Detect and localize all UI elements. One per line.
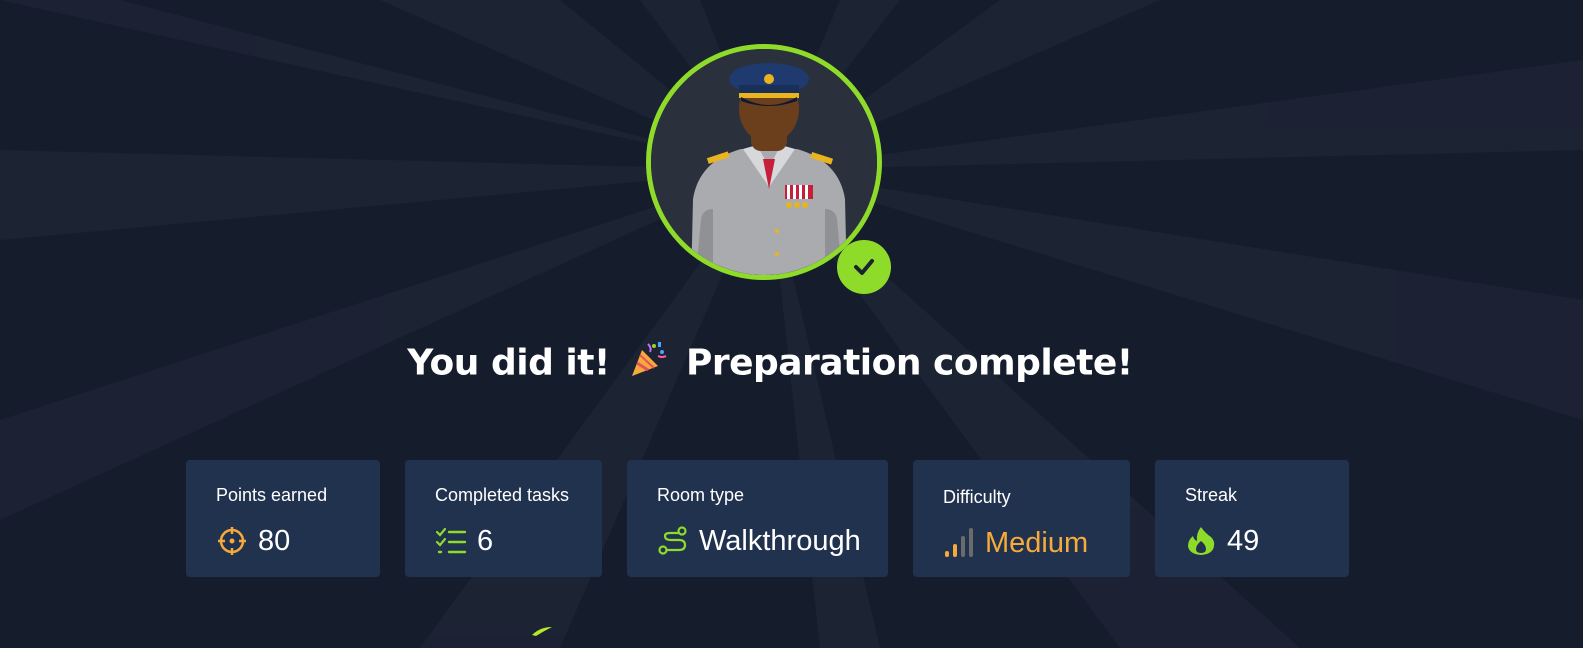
stat-label-tasks: Completed tasks — [435, 485, 570, 505]
stat-label-room-type: Room type — [657, 485, 745, 505]
stat-label-streak: Streak — [1185, 485, 1238, 505]
flame-icon — [1185, 525, 1217, 557]
stat-card-difficulty: Difficulty Medium — [913, 460, 1130, 577]
party-popper-icon — [628, 340, 668, 389]
check-icon — [854, 259, 874, 275]
signal-bars-icon — [943, 527, 975, 559]
stat-value-difficulty: Medium — [985, 527, 1089, 559]
stat-value-tasks: 6 — [477, 525, 494, 557]
avatar — [646, 44, 892, 296]
stat-value-points: 80 — [258, 525, 291, 557]
stat-card-room-type: Room type Walkthrough — [627, 460, 888, 577]
stat-label-difficulty: Difficulty — [943, 487, 1011, 507]
stat-card-points: Points earned 80 — [186, 460, 380, 577]
stat-label-points: Points earned — [216, 485, 328, 505]
target-icon — [216, 525, 248, 557]
stat-card-tasks: Completed tasks 6 — [405, 460, 602, 577]
completed-badge — [837, 240, 891, 294]
headline-end: Preparation complete! — [685, 342, 1133, 384]
route-icon — [657, 525, 689, 557]
headline-start: You did it! — [407, 342, 610, 384]
task-list-icon — [435, 525, 467, 557]
stats-row: Points earned 80 Completed tasks 6 Room … — [0, 460, 1583, 577]
confetti-piece — [532, 627, 552, 636]
stat-card-streak: Streak 49 — [1155, 460, 1349, 577]
stat-value-room-type: Walkthrough — [699, 525, 861, 557]
stat-value-streak: 49 — [1227, 525, 1260, 557]
completion-headline: You did it! Preparation complete! — [0, 340, 1540, 389]
